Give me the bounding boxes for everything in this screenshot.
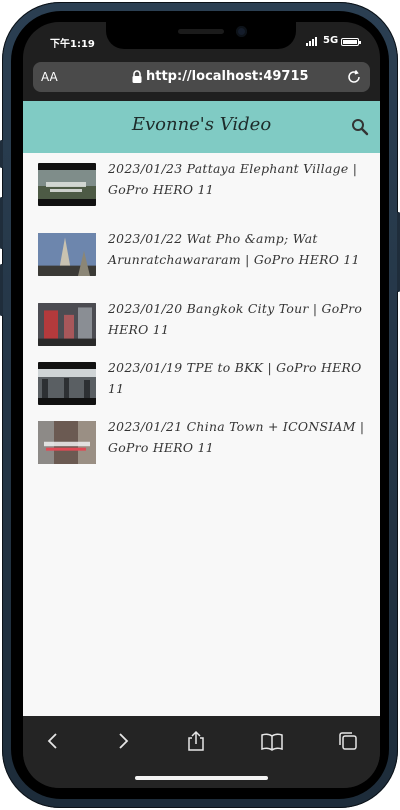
volume-down-button — [0, 264, 3, 316]
thumbnail-image — [38, 170, 96, 199]
video-thumbnail[interactable] — [38, 303, 96, 346]
app-bar: Evonne's Video — [23, 101, 380, 153]
network-type: 5G — [323, 35, 339, 46]
back-icon[interactable] — [42, 730, 64, 752]
video-item-china-town[interactable]: 2023/01/21 China Town + ICONSIAM | GoPro… — [38, 417, 368, 469]
video-item-pattaya[interactable]: 2023/01/23 Pattaya Elephant Village | Go… — [38, 159, 368, 211]
home-indicator[interactable] — [135, 776, 268, 780]
screen: 下午1:19 5G AA http://localhost:49715 Evon… — [23, 22, 380, 788]
notch — [106, 22, 296, 49]
video-title[interactable]: 2023/01/20 Bangkok City Tour | GoPro HER… — [108, 298, 368, 340]
video-thumbnail[interactable] — [38, 233, 96, 276]
browser-toolbar — [23, 716, 380, 788]
tabs-icon[interactable] — [337, 730, 359, 752]
video-title[interactable]: 2023/01/23 Pattaya Elephant Village | Go… — [108, 158, 368, 200]
forward-icon[interactable] — [112, 730, 134, 752]
text-size-button[interactable]: AA — [41, 70, 58, 84]
video-list: 2023/01/23 Pattaya Elephant Village | Go… — [23, 153, 380, 716]
signal-icon — [306, 35, 318, 46]
speaker-grille — [178, 29, 224, 34]
thumbnail-image — [38, 303, 96, 346]
bookmarks-icon[interactable] — [261, 730, 283, 752]
video-thumbnail[interactable] — [38, 362, 96, 405]
video-title[interactable]: 2023/01/22 Wat Pho &amp; Wat Arunratchaw… — [108, 228, 368, 270]
thumbnail-image — [38, 369, 96, 398]
status-time: 下午1:19 — [50, 39, 95, 50]
page-title: Evonne's Video — [131, 114, 272, 135]
thumbnail-image — [38, 233, 96, 276]
thumbnail-image — [38, 421, 96, 464]
video-item-bangkok[interactable]: 2023/01/20 Bangkok City Tour | GoPro HER… — [38, 299, 368, 351]
url-text[interactable]: http://localhost:49715 — [146, 69, 309, 84]
video-item-tpe-bkk[interactable]: 2023/01/19 TPE to BKK | GoPro HERO 11 — [38, 358, 368, 410]
address-bar[interactable]: AA http://localhost:49715 — [33, 62, 370, 92]
status-bar: 下午1:19 5G — [23, 22, 380, 62]
battery-icon — [341, 38, 361, 46]
video-thumbnail[interactable] — [38, 163, 96, 206]
mute-switch — [0, 140, 3, 168]
volume-up-button — [0, 197, 3, 249]
reload-icon[interactable] — [344, 67, 364, 87]
video-title[interactable]: 2023/01/21 China Town + ICONSIAM | GoPro… — [108, 416, 368, 458]
video-thumbnail[interactable] — [38, 421, 96, 464]
share-icon[interactable] — [185, 730, 207, 752]
search-icon[interactable] — [351, 118, 369, 136]
video-item-wat-pho[interactable]: 2023/01/22 Wat Pho &amp; Wat Arunratchaw… — [38, 229, 368, 281]
lock-icon — [132, 70, 142, 83]
front-camera — [236, 26, 247, 37]
video-title[interactable]: 2023/01/19 TPE to BKK | GoPro HERO 11 — [108, 357, 368, 399]
